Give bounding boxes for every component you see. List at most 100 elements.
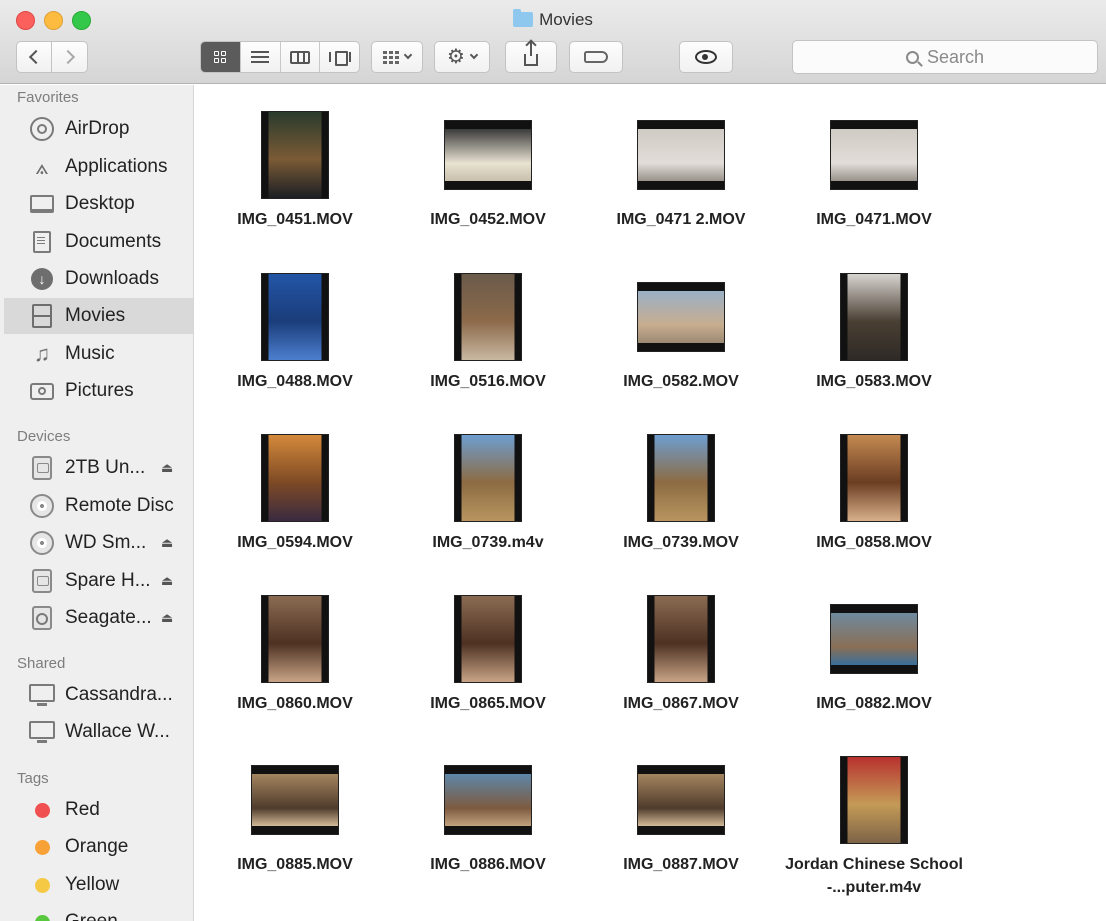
tag-color-dot-icon (34, 839, 50, 855)
sidebar-item-label: Desktop (65, 193, 135, 214)
file-name-label: IMG_0452.MOV (430, 211, 546, 228)
sidebar-item-shared-cassandra[interactable]: Cassandra... (4, 677, 193, 713)
quick-look-button[interactable] (679, 41, 733, 73)
chevron-down-icon (403, 50, 413, 60)
file-thumbnail-frame (398, 271, 578, 363)
arrange-button[interactable] (371, 41, 423, 73)
file-thumbnail-frame (205, 109, 385, 201)
chevron-down-icon (469, 50, 479, 60)
file-name-label: IMG_0488.MOV (237, 373, 353, 390)
disc-icon (30, 494, 54, 518)
sidebar-item-music[interactable]: ♫ Music (4, 336, 193, 372)
file-name-label: IMG_0594.MOV (237, 534, 353, 551)
file-name-label: IMG_0867.MOV (623, 695, 739, 712)
file-name-label: IMG_0471.MOV (816, 211, 932, 228)
edit-tags-button[interactable] (569, 41, 623, 73)
drive-icon (32, 569, 52, 593)
file-thumbnail-frame (784, 271, 964, 363)
column-view-icon (289, 50, 310, 64)
video-thumbnail (830, 120, 918, 190)
file-name-label: IMG_0887.MOV (623, 856, 739, 873)
file-name-label: IMG_0582.MOV (623, 373, 739, 390)
file-thumbnail-frame (398, 109, 578, 201)
tag-color-dot-icon (34, 877, 50, 893)
sidebar-item-label: Pictures (65, 380, 134, 401)
list-view-button[interactable] (241, 42, 281, 72)
pictures-icon (30, 382, 54, 400)
icon-view-icon (214, 51, 227, 63)
chevron-right-icon (60, 49, 75, 65)
file-thumbnail-frame (398, 593, 578, 685)
sidebar-item-desktop[interactable]: Desktop (4, 186, 193, 222)
chevron-left-icon (28, 49, 44, 65)
back-button[interactable] (16, 41, 52, 73)
file-thumbnail-frame (784, 593, 964, 685)
eject-icon[interactable]: ⏏ (161, 610, 173, 626)
sidebar-item-tag-green[interactable]: Green (4, 904, 193, 921)
shared-heading: Shared (17, 655, 66, 672)
sidebar-item-pictures[interactable]: Pictures (4, 373, 193, 409)
file-thumbnail-frame (591, 593, 771, 685)
file-thumbnail-frame (205, 593, 385, 685)
list-view-icon (251, 51, 270, 63)
search-field[interactable]: Search (792, 40, 1098, 74)
file-grid: IMG_0451.MOV IMG_0452.MOV IMG_0471 2.MOV IM… (195, 85, 1106, 921)
sidebar-item-wd-drive[interactable]: WD Sm... ⏏ (4, 525, 193, 561)
sidebar-item-seagate-drive[interactable]: Seagate... ⏏ (4, 600, 193, 636)
file-name-label: IMG_0516.MOV (430, 373, 546, 390)
file-name-label: IMG_0885.MOV (237, 856, 353, 873)
eject-icon[interactable]: ⏏ (161, 535, 173, 551)
icon-view-button[interactable] (201, 42, 241, 72)
sidebar-item-label: Green (65, 911, 118, 921)
sidebar-item-shared-wallace[interactable]: Wallace W... (4, 714, 193, 750)
sidebar-item-downloads[interactable]: ↓ Downloads (4, 261, 193, 297)
column-view-button[interactable] (281, 42, 321, 72)
file-thumbnail-frame (205, 754, 385, 846)
sidebar: Favorites AirDrop ⟑ Applications Desktop… (0, 85, 194, 921)
music-icon: ♫ (33, 341, 51, 366)
eject-icon[interactable]: ⏏ (161, 573, 173, 589)
video-thumbnail (840, 434, 908, 522)
sidebar-item-tag-red[interactable]: Red (4, 792, 193, 828)
file-name-label: IMG_0471 2.MOV (616, 211, 746, 228)
sidebar-item-tag-orange[interactable]: Orange (4, 829, 193, 865)
sidebar-item-label: Movies (65, 305, 126, 326)
share-button[interactable] (505, 41, 557, 73)
file-name-label: IMG_0583.MOV (816, 373, 932, 390)
file-thumbnail-frame (591, 271, 771, 363)
sidebar-item-remote-disc[interactable]: Remote Disc (4, 488, 193, 524)
action-button[interactable]: ⚙ (434, 41, 490, 73)
sidebar-item-documents[interactable]: Documents (4, 224, 193, 260)
file-name-label: IMG_0451.MOV (237, 211, 353, 228)
sidebar-item-label: WD Sm... (65, 532, 147, 553)
eject-icon[interactable]: ⏏ (161, 460, 173, 476)
file-thumbnail-frame (784, 109, 964, 201)
sidebar-item-label: Cassandra... (65, 684, 173, 705)
sidebar-item-spare-drive[interactable]: Spare H... ⏏ (4, 563, 193, 599)
airdrop-icon (30, 117, 54, 141)
forward-button[interactable] (51, 41, 88, 73)
documents-icon (33, 231, 51, 253)
cover-flow-button[interactable] (320, 42, 359, 72)
devices-heading: Devices (17, 428, 71, 445)
file-thumbnail-frame (398, 754, 578, 846)
file-name-label: IMG_0739.MOV (623, 534, 739, 551)
search-placeholder: Search (926, 46, 985, 67)
sidebar-item-label: Remote Disc (65, 495, 174, 516)
file-thumbnail-frame (398, 432, 578, 524)
sidebar-item-label: Orange (65, 836, 129, 857)
video-thumbnail (454, 595, 522, 683)
video-thumbnail (840, 756, 908, 844)
share-icon (524, 42, 538, 66)
sidebar-item-airdrop[interactable]: AirDrop (4, 111, 193, 147)
sidebar-item-applications[interactable]: ⟑ Applications (4, 149, 193, 185)
sidebar-item-tag-yellow[interactable]: Yellow (4, 867, 193, 903)
file-name-label: IMG_0882.MOV (816, 695, 932, 712)
sidebar-item-2tb-drive[interactable]: 2TB Un... ⏏ (4, 450, 193, 486)
applications-icon: ⟑ (35, 154, 49, 179)
sidebar-item-label: Wallace W... (65, 721, 170, 742)
view-mode-selector (200, 41, 360, 73)
sidebar-item-movies[interactable]: Movies (4, 298, 193, 334)
file-name-label: IMG_0858.MOV (816, 534, 932, 551)
sidebar-item-label: Red (65, 799, 100, 820)
